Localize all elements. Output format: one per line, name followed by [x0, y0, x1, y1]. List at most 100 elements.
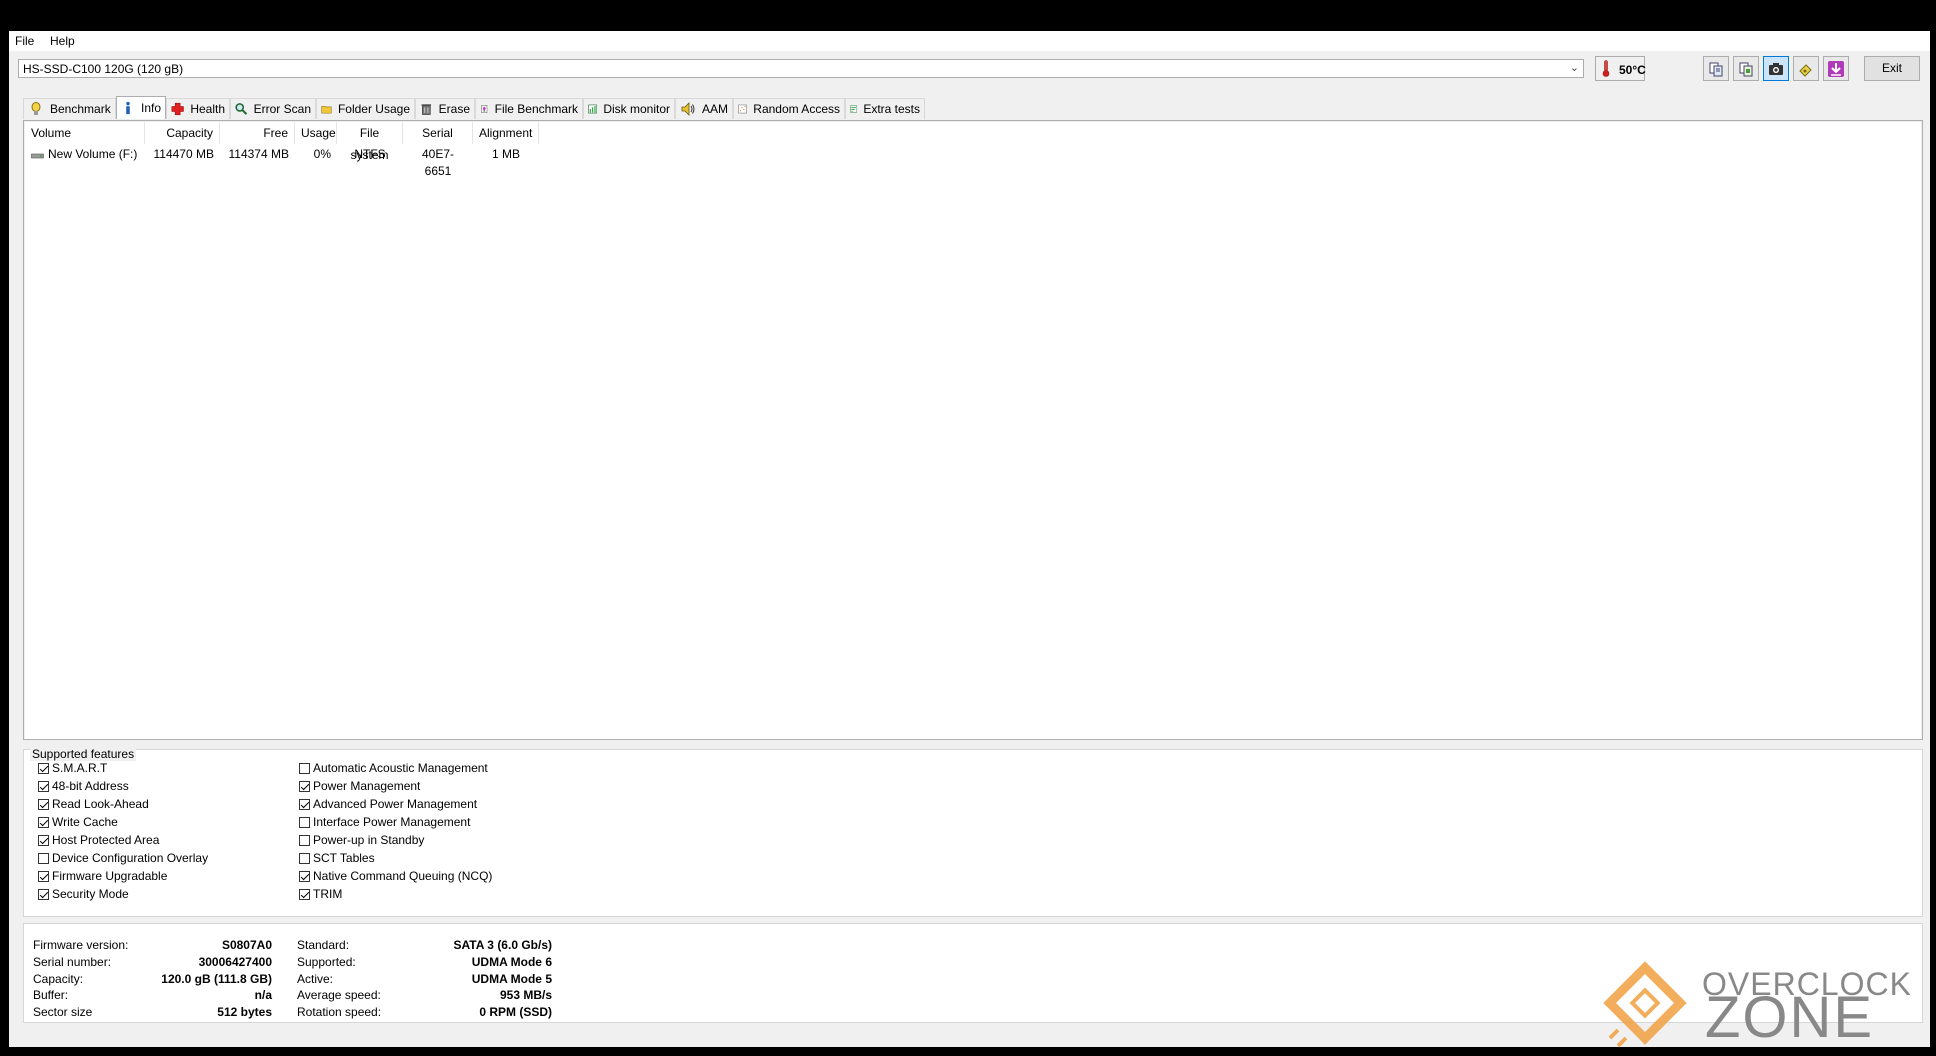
feature-trim[interactable]: TRIM — [299, 885, 342, 903]
tab-file-benchmark-label: File Benchmark — [494, 102, 578, 116]
feature-checkbox[interactable] — [38, 888, 49, 900]
feature-checkbox[interactable] — [299, 834, 310, 846]
info-icon — [126, 101, 130, 115]
supported-label: Supported: — [297, 955, 356, 969]
feature-checkbox[interactable] — [38, 870, 49, 882]
feature-smart[interactable]: S.M.A.R.T — [38, 759, 107, 777]
tab-health[interactable]: Health — [166, 98, 230, 119]
feature-label: Write Cache — [52, 815, 118, 829]
standard-value: SATA 3 (6.0 Gb/s) — [453, 938, 552, 952]
feature-automatic-acoustic-management[interactable]: Automatic Acoustic Management — [299, 759, 488, 777]
feature-interface-power-management[interactable]: Interface Power Management — [299, 813, 470, 831]
exit-button[interactable]: Exit — [1864, 56, 1920, 81]
tab-random-access[interactable]: Random Access — [733, 98, 845, 119]
feature-device-configuration-overlay[interactable]: Device Configuration Overlay — [38, 849, 208, 867]
active-label: Active: — [297, 972, 334, 986]
tab-info[interactable]: Info — [116, 96, 166, 119]
error-scan-icon — [235, 103, 248, 115]
sector-size-value: 512 bytes — [217, 1005, 272, 1019]
feature-advanced-power-management[interactable]: Advanced Power Management — [299, 795, 477, 813]
supported-value: UDMA Mode 6 — [471, 955, 552, 969]
feature-checkbox[interactable] — [38, 798, 49, 810]
extra-tests-icon — [850, 105, 858, 113]
feature-checkbox[interactable] — [299, 888, 310, 900]
info-tab-panel: Volume Capacity Free Usage File system S… — [23, 120, 1923, 740]
feature-48bit-address[interactable]: 48-bit Address — [38, 777, 129, 795]
volume-name: New Volume (F:) — [48, 147, 138, 161]
feature-checkbox[interactable] — [299, 870, 310, 882]
tab-health-label: Health — [190, 102, 225, 116]
feature-read-look-ahead[interactable]: Read Look-Ahead — [38, 795, 149, 813]
random-access-icon — [738, 104, 747, 114]
feature-checkbox[interactable] — [299, 780, 310, 792]
volume-list-header: Volume Capacity Free Usage File system S… — [25, 122, 1921, 162]
feature-label: Native Command Queuing (NCQ) — [313, 869, 493, 883]
feature-power-management[interactable]: Power Management — [299, 777, 420, 795]
buffer-value: n/a — [254, 988, 272, 1002]
menu-help[interactable]: Help — [50, 34, 75, 48]
column-free[interactable]: Free — [220, 122, 295, 144]
copy-info-button[interactable] — [1733, 56, 1759, 81]
menu-bar: File Help — [9, 31, 1930, 51]
volume-list[interactable]: Volume Capacity Free Usage File system S… — [25, 122, 1921, 740]
tab-disk-monitor[interactable]: Disk monitor — [583, 98, 675, 119]
erase-icon — [421, 104, 432, 115]
feature-checkbox[interactable] — [299, 762, 310, 774]
drive-select[interactable]: HS-SSD-C100 120G (120 gB) ⌄ — [18, 59, 1584, 78]
feature-security-mode[interactable]: Security Mode — [38, 885, 129, 903]
screenshot-button[interactable] — [1763, 56, 1789, 81]
feature-label: Interface Power Management — [313, 815, 471, 829]
feature-checkbox[interactable] — [299, 816, 310, 828]
column-alignment[interactable]: Alignment — [473, 122, 539, 144]
tab-benchmark[interactable]: Benchmark — [23, 98, 116, 119]
feature-label: S.M.A.R.T — [52, 761, 108, 775]
feature-firmware-upgradable[interactable]: Firmware Upgradable — [38, 867, 167, 885]
temperature-display: 50°C — [1595, 56, 1646, 81]
feature-label: Device Configuration Overlay — [52, 851, 209, 865]
download-button[interactable] — [1823, 56, 1849, 81]
feature-checkbox[interactable] — [299, 852, 310, 864]
feature-checkbox[interactable] — [38, 780, 49, 792]
feature-sct-tables[interactable]: SCT Tables — [299, 849, 375, 867]
menu-file[interactable]: File — [15, 34, 34, 48]
tab-folder-usage[interactable]: Folder Usage — [316, 98, 415, 119]
active-value: UDMA Mode 5 — [471, 972, 552, 986]
tab-erase[interactable]: Erase — [415, 98, 475, 119]
copy-text-button[interactable] — [1703, 56, 1729, 81]
feature-checkbox[interactable] — [299, 798, 310, 810]
tab-error-scan-label: Error Scan — [253, 102, 311, 116]
tab-file-benchmark[interactable]: File Benchmark — [475, 98, 583, 119]
serial-number-label: Serial number: — [33, 955, 112, 969]
feature-host-protected-area[interactable]: Host Protected Area — [38, 831, 159, 849]
volume-usage: 0% — [313, 147, 331, 161]
tab-error-scan[interactable]: Error Scan — [230, 98, 316, 119]
feature-checkbox[interactable] — [38, 816, 49, 828]
tab-aam[interactable]: AAM — [675, 98, 733, 119]
feature-write-cache[interactable]: Write Cache — [38, 813, 118, 831]
rotation-speed-label: Rotation speed: — [297, 1005, 382, 1019]
drive-icon — [31, 153, 44, 158]
feature-ncq[interactable]: Native Command Queuing (NCQ) — [299, 867, 492, 885]
folder-icon — [321, 105, 332, 114]
feature-checkbox[interactable] — [38, 834, 49, 846]
column-file-system[interactable]: File system — [337, 122, 403, 162]
capacity-label: Capacity: — [33, 972, 84, 986]
feature-power-up-in-standby[interactable]: Power-up in Standby — [299, 831, 424, 849]
volume-free: 114374 MB — [228, 147, 290, 161]
column-serial[interactable]: Serial — [403, 122, 473, 144]
save-button[interactable] — [1793, 56, 1819, 81]
feature-label: Automatic Acoustic Management — [313, 761, 488, 775]
tab-extra-tests[interactable]: Extra tests — [845, 98, 925, 119]
column-capacity[interactable]: Capacity — [145, 122, 220, 144]
feature-label: Host Protected Area — [52, 833, 160, 847]
screenshot-icon — [1769, 62, 1783, 75]
feature-checkbox[interactable] — [38, 852, 49, 864]
tab-info-label: Info — [140, 101, 161, 115]
feature-checkbox[interactable] — [38, 762, 49, 774]
column-usage[interactable]: Usage — [295, 122, 337, 144]
average-speed-value: 953 MB/s — [499, 988, 552, 1002]
download-icon — [1828, 60, 1844, 77]
column-volume[interactable]: Volume — [25, 122, 145, 144]
average-speed-label: Average speed: — [297, 988, 381, 1002]
chevron-down-icon: ⌄ — [1569, 62, 1579, 74]
